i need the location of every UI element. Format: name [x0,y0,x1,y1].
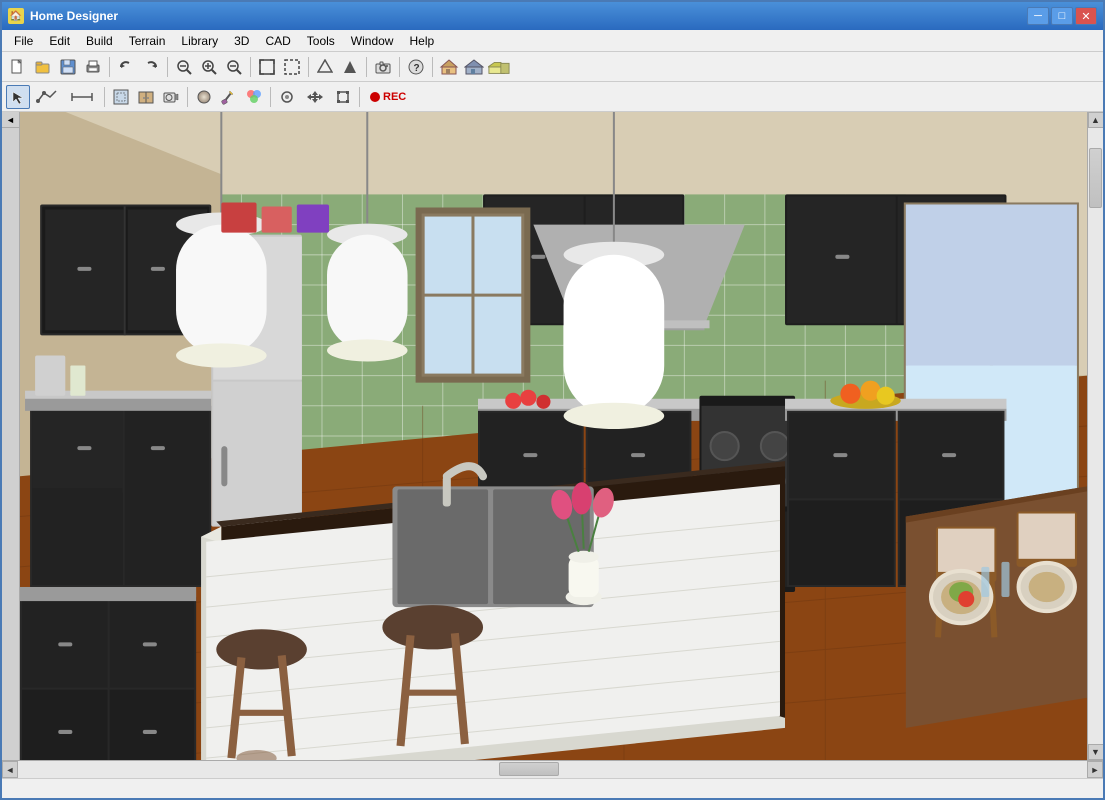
left-panel-arrow[interactable]: ◄ [2,112,19,128]
menu-cad[interactable]: CAD [257,32,298,50]
polyline-tool[interactable] [31,85,63,109]
scroll-down-button[interactable]: ▼ [1088,744,1104,760]
status-bar [2,778,1103,798]
zoom-realsize-button[interactable] [172,55,196,79]
arrow-up-button[interactable] [338,55,362,79]
scroll-thumb-v[interactable] [1089,148,1102,208]
move-tool[interactable] [300,85,330,109]
left-panel: ◄ [2,112,20,760]
undo-button[interactable] [114,55,138,79]
color-tool[interactable] [242,85,266,109]
separator-6 [399,57,400,77]
scroll-right-button[interactable]: ► [1087,761,1103,778]
maximize-button[interactable]: □ [1051,7,1073,25]
canvas-area[interactable] [20,112,1087,760]
separator-4 [308,57,309,77]
fit-button[interactable] [255,55,279,79]
separator-t2 [187,87,188,107]
cabinet-tool[interactable] [134,85,158,109]
select-all-button[interactable] [280,55,304,79]
scroll-track-h [18,761,1087,778]
title-bar: 🏠 Home Designer ─ □ ✕ [2,2,1103,30]
house3-button[interactable] [487,55,511,79]
save-button[interactable] [56,55,80,79]
vertical-scrollbar: ▲ ▼ [1087,112,1103,760]
menu-build[interactable]: Build [78,32,121,50]
record-button[interactable]: REC [364,85,411,109]
camera-button[interactable] [371,55,395,79]
scroll-left-button[interactable]: ◄ [2,761,18,778]
help-button[interactable]: ? [404,55,428,79]
menu-tools[interactable]: Tools [299,32,343,50]
menu-3d[interactable]: 3D [226,32,257,50]
toolbar-1: ? [2,52,1103,82]
house2-button[interactable] [462,55,486,79]
bottom-scrollbar: ◄ ► [2,760,1103,778]
title-bar-left: 🏠 Home Designer [8,8,118,24]
separator-t3 [270,87,271,107]
dimension-tool[interactable] [64,85,100,109]
main-window: 🏠 Home Designer ─ □ ✕ File Edit Build Te… [0,0,1105,800]
open-button[interactable] [31,55,55,79]
menu-library[interactable]: Library [173,32,226,50]
menu-edit[interactable]: Edit [41,32,78,50]
menu-terrain[interactable]: Terrain [121,32,174,50]
print-button[interactable] [81,55,105,79]
zoom-in-button[interactable] [197,55,221,79]
camera-view-tool[interactable] [159,85,183,109]
select-tool[interactable] [6,85,30,109]
separator-7 [432,57,433,77]
minimize-button[interactable]: ─ [1027,7,1049,25]
close-button[interactable]: ✕ [1075,7,1097,25]
new-button[interactable] [6,55,30,79]
separator-1 [109,57,110,77]
menu-help[interactable]: Help [401,32,442,50]
view-toggle[interactable] [313,55,337,79]
separator-5 [366,57,367,77]
redo-button[interactable] [139,55,163,79]
menu-window[interactable]: Window [343,32,402,50]
separator-3 [250,57,251,77]
window-title: Home Designer [30,9,118,23]
spray-tool[interactable] [275,85,299,109]
zoom-out-button[interactable] [222,55,246,79]
scroll-thumb-h[interactable] [499,762,559,776]
main-area: ◄ [2,112,1103,760]
kitchen-scene [20,112,1087,760]
window-controls: ─ □ ✕ [1027,7,1097,25]
toolbar-2: REC [2,82,1103,112]
separator-2 [167,57,168,77]
menu-file[interactable]: File [6,32,41,50]
menu-bar: File Edit Build Terrain Library 3D CAD T… [2,30,1103,52]
scroll-up-button[interactable]: ▲ [1088,112,1104,128]
material-tool[interactable] [192,85,216,109]
scroll-track-v [1088,128,1103,744]
house1-button[interactable] [437,55,461,79]
transform-tool[interactable] [331,85,355,109]
kitchen-render [20,112,1087,760]
paint-tool[interactable] [217,85,241,109]
app-icon: 🏠 [8,8,24,24]
separator-t1 [104,87,105,107]
fill-tool[interactable] [109,85,133,109]
separator-t4 [359,87,360,107]
svg-text:?: ? [414,63,420,74]
